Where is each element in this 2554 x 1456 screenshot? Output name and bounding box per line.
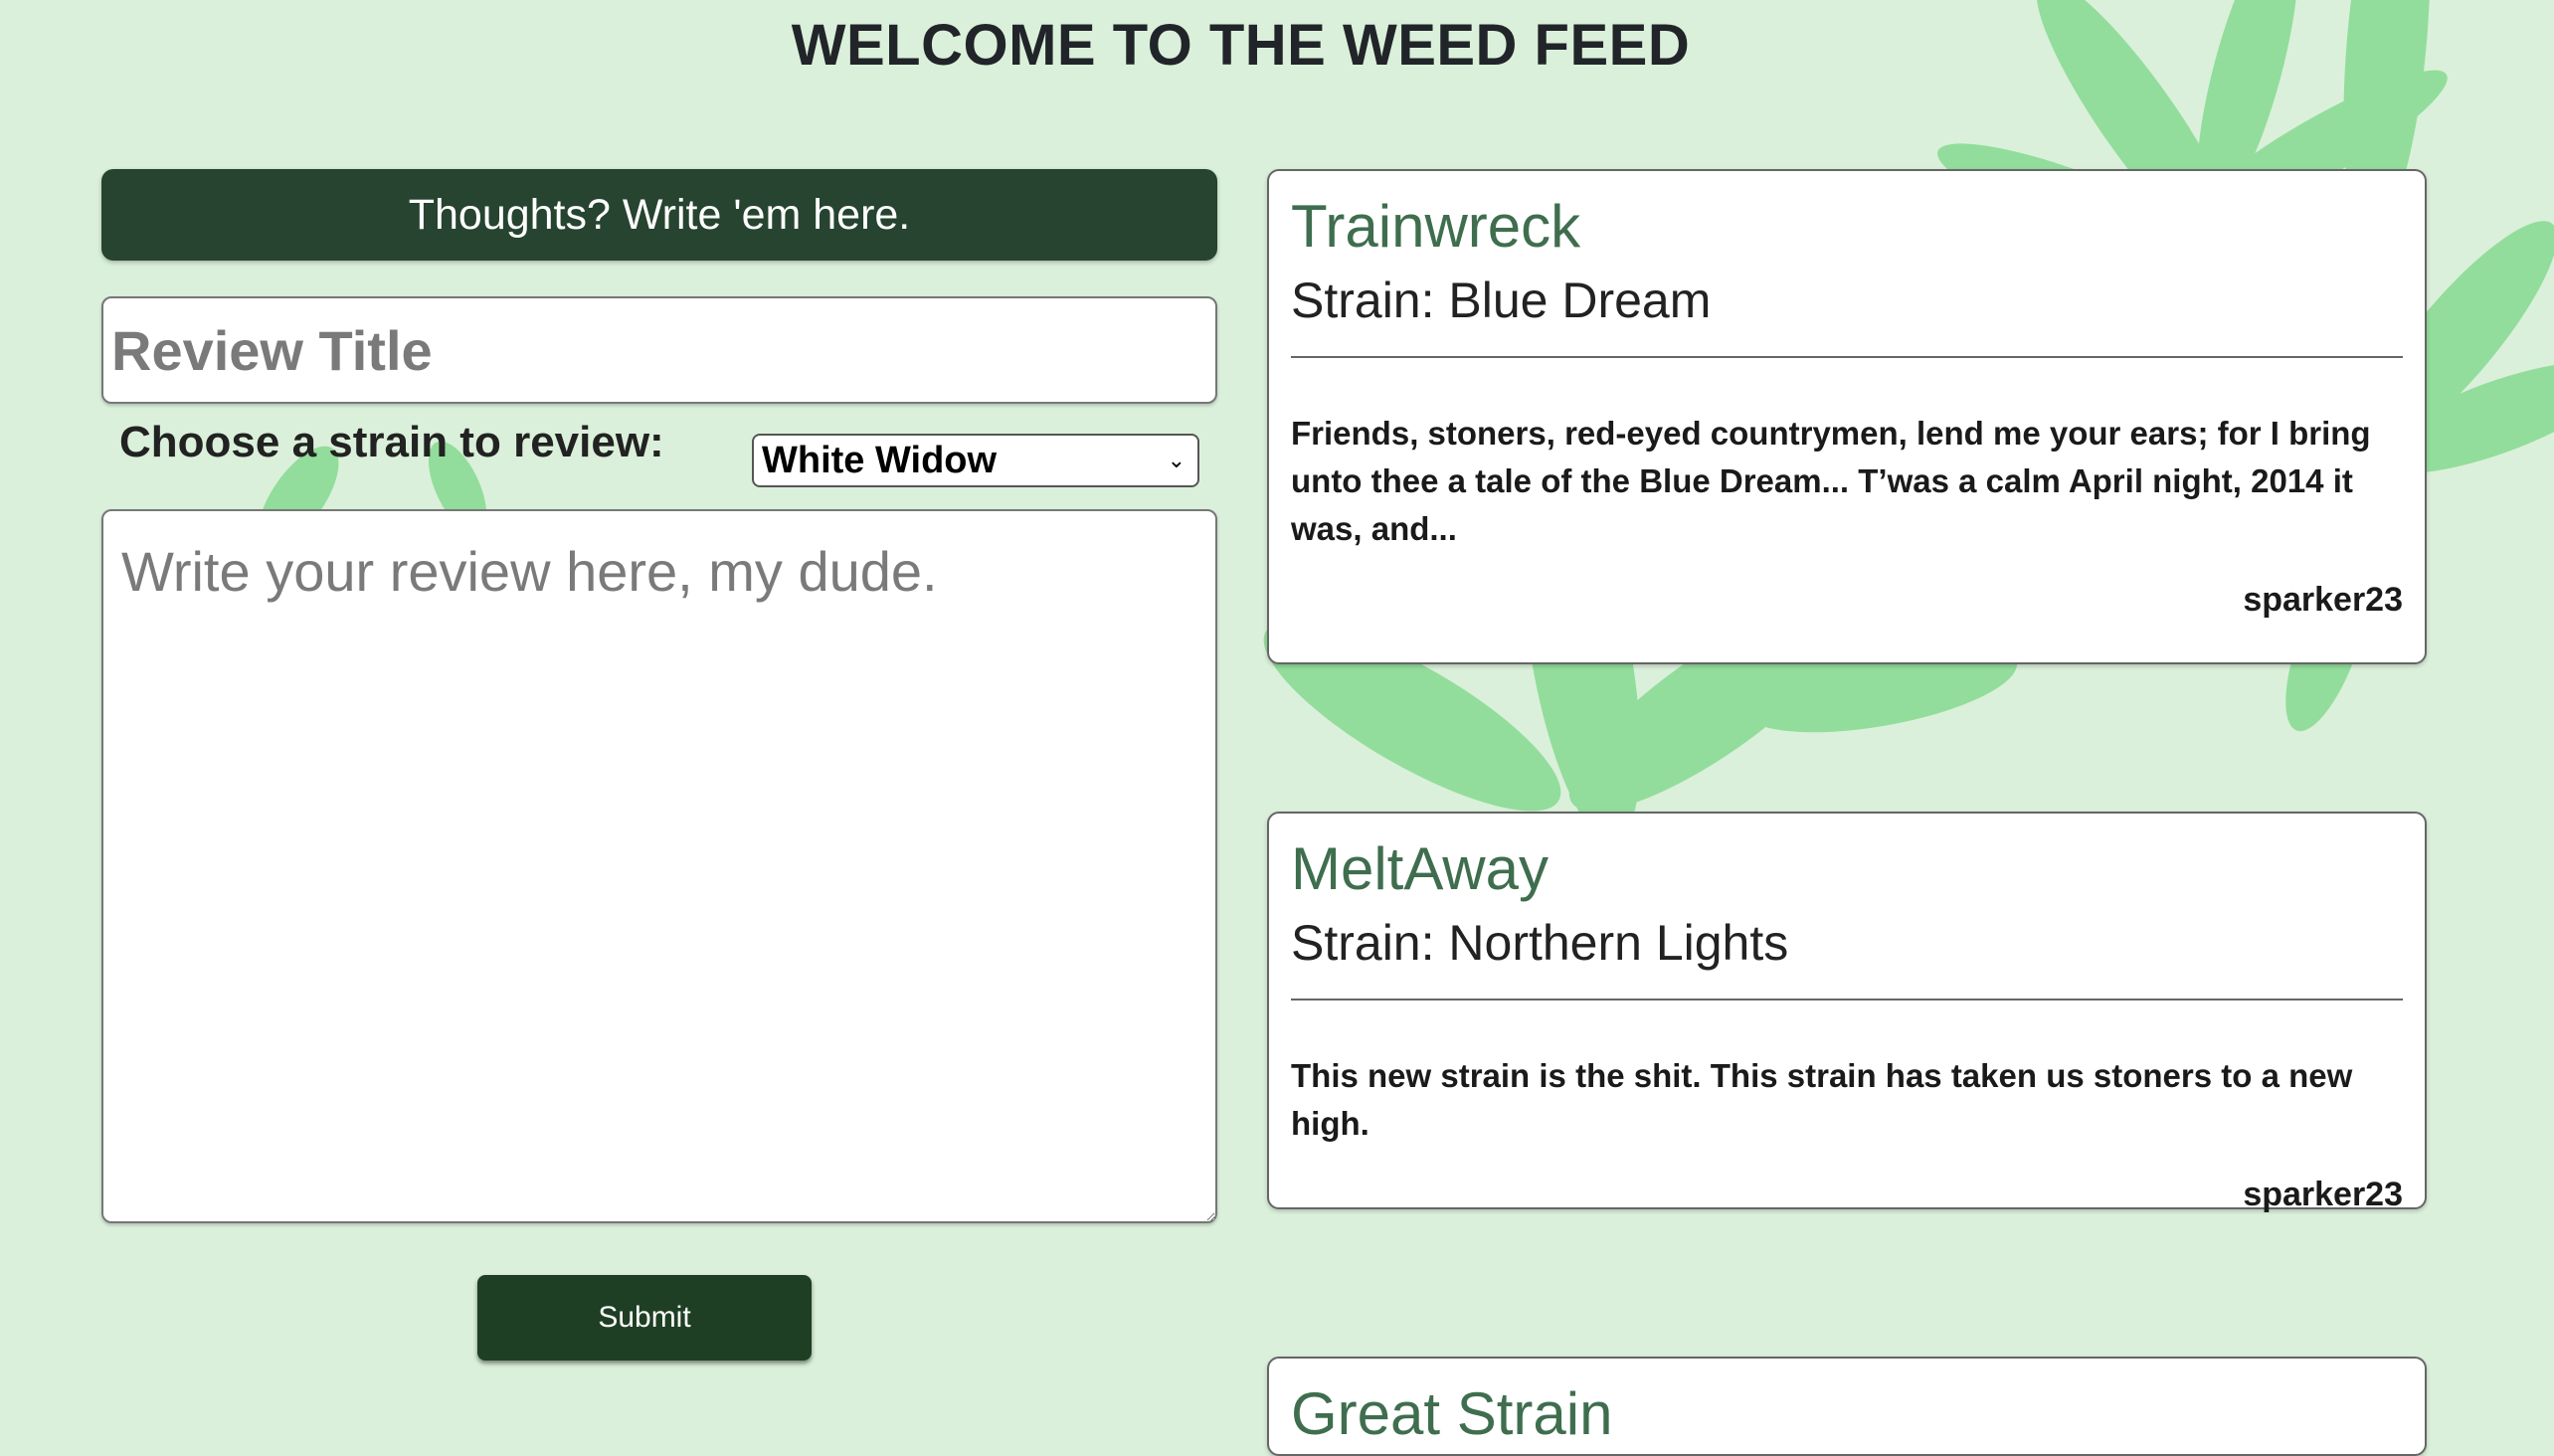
chevron-down-icon: ⌄: [1167, 448, 1186, 472]
submit-button[interactable]: Submit: [477, 1275, 812, 1361]
review-card: MeltAway Strain: Northern Lights This ne…: [1267, 812, 2427, 1213]
review-body-textarea[interactable]: [101, 509, 1217, 1223]
divider: [1291, 356, 2403, 358]
review-strain: Strain: Northern Lights: [1291, 915, 1789, 971]
review-title-input[interactable]: [101, 296, 1217, 404]
strain-select[interactable]: White Widow ⌄: [752, 434, 1199, 487]
review-author: sparker23: [2243, 581, 2403, 619]
review-card: Great Strain: [1267, 1357, 2427, 1456]
review-title: MeltAway: [1291, 835, 1549, 902]
divider: [1291, 999, 2403, 1001]
page-title: WELCOME TO THE WEED FEED: [791, 13, 1691, 78]
review-form-header: Thoughts? Write 'em here.: [101, 169, 1217, 261]
review-body: This new strain is the shit. This strain…: [1291, 1057, 2353, 1142]
review-title: Great Strain: [1291, 1380, 1613, 1447]
strain-select-label: Choose a strain to review:: [119, 418, 664, 466]
review-strain: Strain: Blue Dream: [1291, 273, 1712, 328]
review-card: Trainwreck Strain: Blue Dream Friends, s…: [1267, 169, 2427, 664]
review-author: sparker23: [2243, 1176, 2403, 1213]
review-body: Friends, stoners, red-eyed countrymen, l…: [1291, 415, 2371, 547]
strain-select-value: White Widow: [762, 439, 998, 481]
review-title: Trainwreck: [1291, 193, 1581, 260]
